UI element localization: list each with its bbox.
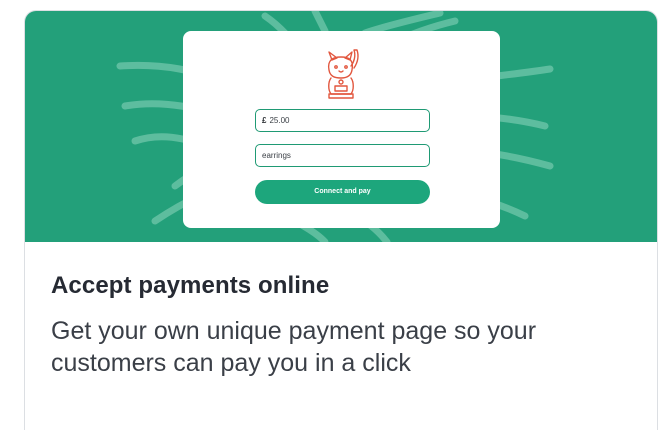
connect-and-pay-button[interactable]: Connect and pay <box>255 180 430 204</box>
card-title: Accept payments online <box>51 272 330 299</box>
description-input[interactable]: earrings <box>255 144 430 167</box>
currency-symbol: £ <box>262 116 267 125</box>
card-description: Get your own unique payment page so your… <box>51 317 537 377</box>
description-value: earrings <box>262 151 291 160</box>
amount-input[interactable]: £25.00 <box>255 109 430 132</box>
feature-card: £25.00 earrings Connect and pay Accept p… <box>24 10 658 430</box>
payment-page-mockup: £25.00 earrings Connect and pay <box>183 31 500 228</box>
amount-value: 25.00 <box>269 116 290 125</box>
lucky-cat-icon <box>327 49 359 99</box>
feature-banner: £25.00 earrings Connect and pay <box>25 11 657 242</box>
